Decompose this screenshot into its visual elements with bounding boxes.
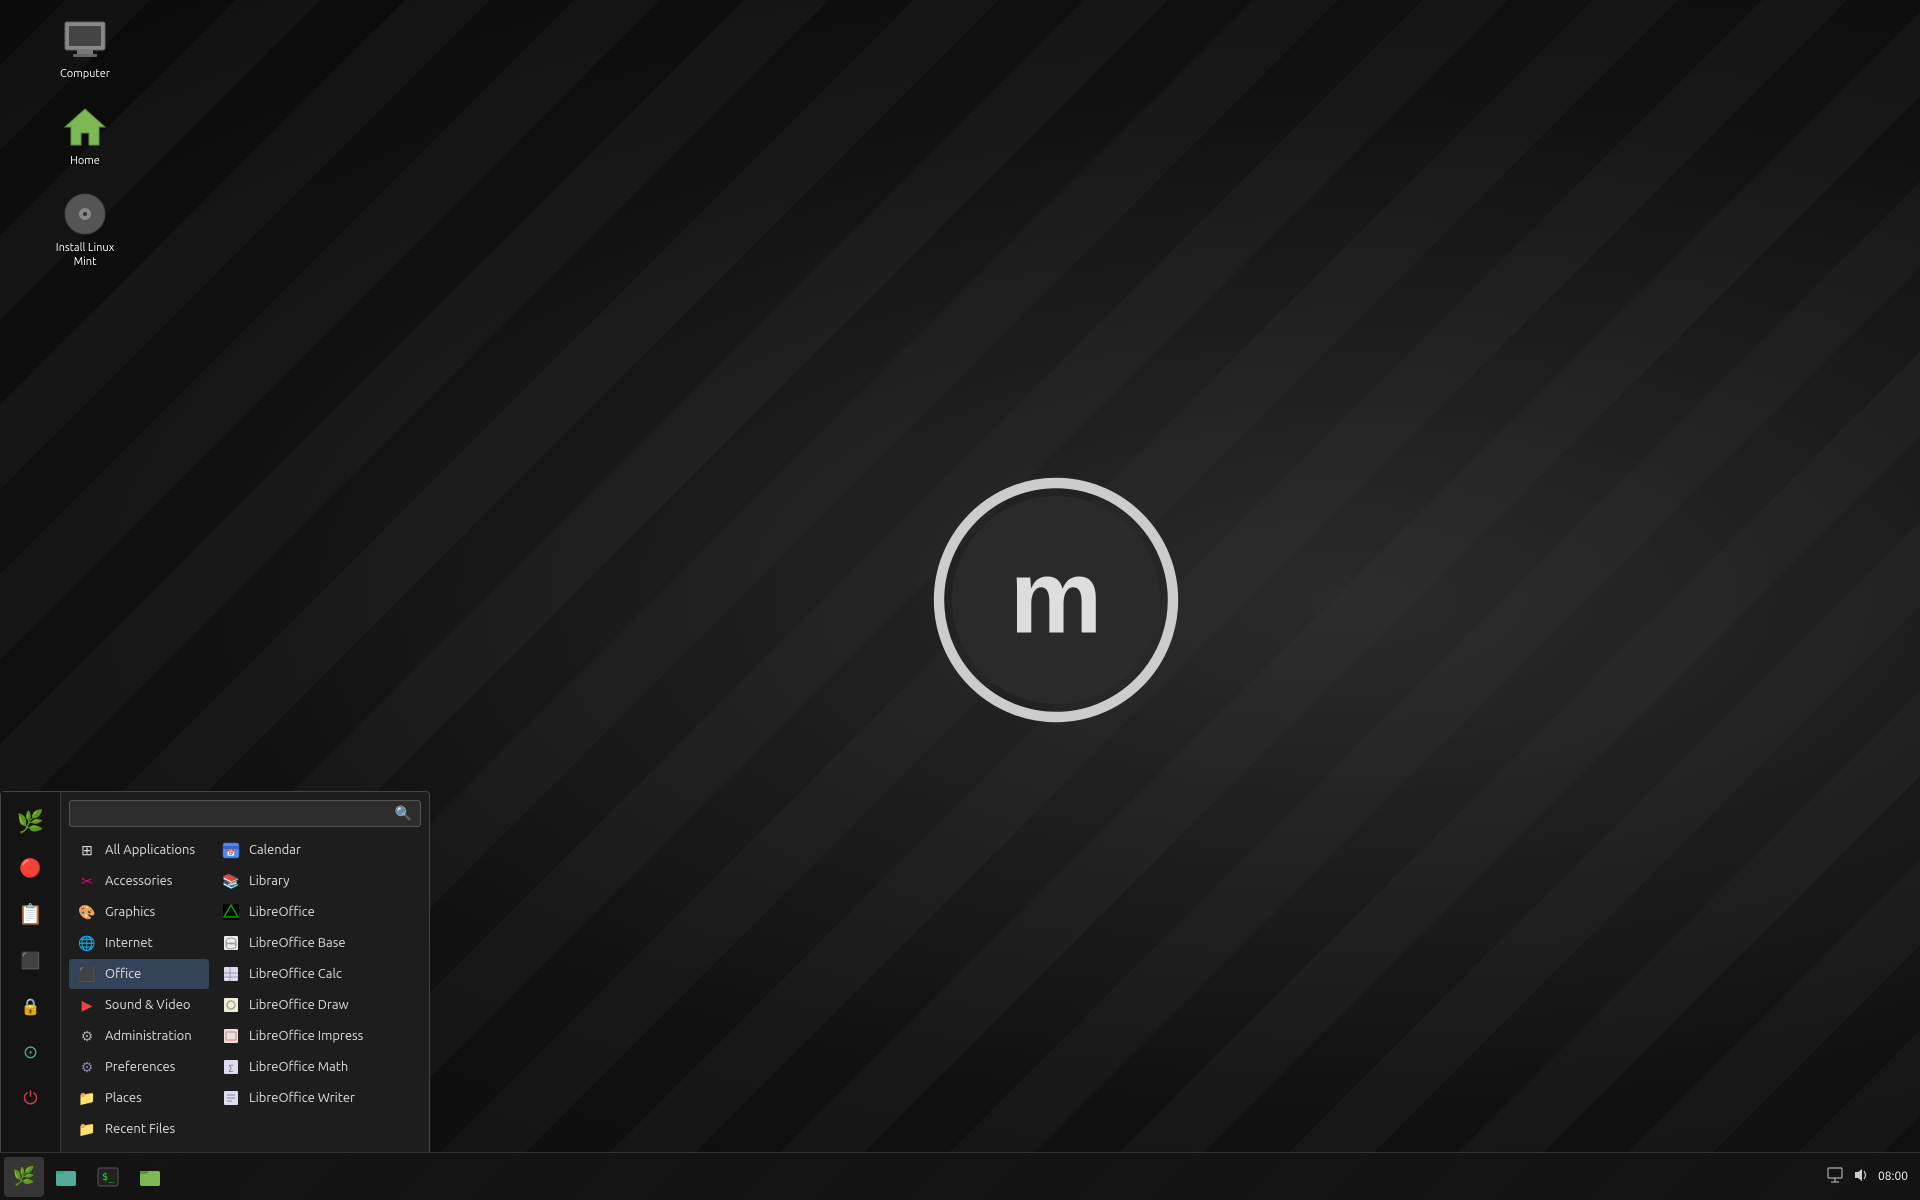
taskbar-terminal-btn[interactable]: $_: [88, 1157, 128, 1197]
places-icon: 📁: [77, 1088, 97, 1108]
search-icon[interactable]: 🔍: [395, 805, 412, 822]
category-internet[interactable]: 🌐 Internet: [69, 928, 209, 958]
graphics-icon: 🎨: [77, 902, 97, 922]
sound-video-label: Sound & Video: [105, 998, 191, 1012]
tray-volume-icon[interactable]: [1852, 1166, 1870, 1187]
svg-text:$_: $_: [102, 1172, 115, 1183]
sidebar-btn-power[interactable]: ⏻: [9, 1076, 53, 1120]
search-bar[interactable]: 🔍: [69, 800, 421, 827]
svg-text:m: m: [1010, 540, 1102, 656]
library-icon: 📚: [221, 871, 241, 891]
administration-icon: ⚙: [77, 1026, 97, 1046]
taskbar-filemanager-btn[interactable]: [130, 1157, 170, 1197]
libreoffice-label: LibreOffice: [249, 905, 315, 919]
libreoffice-base-label: LibreOffice Base: [249, 936, 346, 950]
libreoffice-calc-label: LibreOffice Calc: [249, 967, 342, 981]
app-calendar[interactable]: 📅 Calendar: [213, 835, 421, 865]
taskbar-right: 08:00: [1814, 1166, 1920, 1187]
libreoffice-draw-label: LibreOffice Draw: [249, 998, 349, 1012]
category-administration[interactable]: ⚙ Administration: [69, 1021, 209, 1051]
svg-text:📅: 📅: [227, 848, 236, 857]
category-sound-video[interactable]: ▶ Sound & Video: [69, 990, 209, 1020]
sidebar-btn-terminal[interactable]: ⬛: [9, 938, 53, 982]
svg-text:∑: ∑: [229, 1063, 234, 1073]
libreoffice-impress-label: LibreOffice Impress: [249, 1029, 363, 1043]
accessories-icon: ✂: [77, 871, 97, 891]
category-accessories[interactable]: ✂ Accessories: [69, 866, 209, 896]
libreoffice-math-icon: ∑: [221, 1057, 241, 1077]
mint-logo: m: [926, 470, 1186, 730]
libreoffice-math-label: LibreOffice Math: [249, 1060, 348, 1074]
category-graphics[interactable]: 🎨 Graphics: [69, 897, 209, 927]
category-recent-files[interactable]: 📁 Recent Files: [69, 1114, 209, 1144]
app-libreoffice-math[interactable]: ∑ LibreOffice Math: [213, 1052, 421, 1082]
graphics-label: Graphics: [105, 905, 155, 919]
places-label: Places: [105, 1091, 142, 1105]
app-menu-sidebar: 🌿 🔴 📋 ⬛ 🔒 ⊙ ⏻: [1, 792, 61, 1152]
libreoffice-impress-icon: [221, 1026, 241, 1046]
category-places[interactable]: 📁 Places: [69, 1083, 209, 1113]
taskbar-files-btn[interactable]: [46, 1157, 86, 1197]
recent-files-label: Recent Files: [105, 1122, 175, 1136]
desktop-icon-computer[interactable]: Computer: [40, 10, 130, 87]
menu-categories: ⊞ All Applications ✂ Accessories 🎨 Graph…: [69, 835, 209, 1144]
app-menu-body: ⊞ All Applications ✂ Accessories 🎨 Graph…: [69, 835, 421, 1144]
desktop-icon-home[interactable]: Home: [40, 97, 130, 174]
computer-icon: [61, 16, 109, 64]
sidebar-btn-files[interactable]: 📋: [9, 892, 53, 936]
app-libreoffice-base[interactable]: LibreOffice Base: [213, 928, 421, 958]
category-office[interactable]: ⬛ Office: [69, 959, 209, 989]
install-icon-label: Install Linux Mint: [46, 242, 124, 268]
app-menu-main: 🔍 ⊞ All Applications ✂ Accessories 🎨 Gra…: [61, 792, 429, 1152]
libreoffice-writer-icon: [221, 1088, 241, 1108]
libreoffice-calc-icon: [221, 964, 241, 984]
tray-network-icon: [1826, 1166, 1844, 1187]
category-all-applications[interactable]: ⊞ All Applications: [69, 835, 209, 865]
internet-label: Internet: [105, 936, 153, 950]
app-library[interactable]: 📚 Library: [213, 866, 421, 896]
administration-label: Administration: [105, 1029, 192, 1043]
all-apps-icon: ⊞: [77, 840, 97, 860]
preferences-icon: ⚙: [77, 1057, 97, 1077]
libreoffice-icon: [221, 902, 241, 922]
desktop-icons: Computer Home Install Linux Mint: [40, 10, 130, 275]
sidebar-btn-mintmenu[interactable]: 🌿: [9, 800, 53, 844]
home-icon: [61, 103, 109, 151]
recent-files-icon: 📁: [77, 1119, 97, 1139]
home-icon-label: Home: [70, 155, 100, 168]
libreoffice-draw-icon: [221, 995, 241, 1015]
calendar-icon: 📅: [221, 840, 241, 860]
taskbar: 🌿 $_ 08:00: [0, 1152, 1920, 1200]
libreoffice-base-icon: [221, 933, 241, 953]
menu-apps-list: 📅 Calendar 📚 Library LibreOffice: [213, 835, 421, 1144]
desktop-icon-install[interactable]: Install Linux Mint: [40, 184, 130, 274]
install-icon: [61, 190, 109, 238]
sidebar-btn-lock[interactable]: 🔒: [9, 984, 53, 1028]
app-libreoffice-impress[interactable]: LibreOffice Impress: [213, 1021, 421, 1051]
sidebar-btn-apps[interactable]: 🔴: [9, 846, 53, 890]
app-libreoffice-writer[interactable]: LibreOffice Writer: [213, 1083, 421, 1113]
sound-video-icon: ▶: [77, 995, 97, 1015]
taskbar-clock: 08:00: [1878, 1170, 1908, 1183]
internet-icon: 🌐: [77, 933, 97, 953]
sidebar-btn-search[interactable]: ⊙: [9, 1030, 53, 1074]
app-libreoffice[interactable]: LibreOffice: [213, 897, 421, 927]
libreoffice-writer-label: LibreOffice Writer: [249, 1091, 355, 1105]
app-menu: 🌿 🔴 📋 ⬛ 🔒 ⊙ ⏻ 🔍 ⊞ All Applications ✂ Ac: [0, 791, 430, 1152]
taskbar-menu-btn[interactable]: 🌿: [4, 1157, 44, 1197]
office-label: Office: [105, 967, 141, 981]
category-preferences[interactable]: ⚙ Preferences: [69, 1052, 209, 1082]
app-libreoffice-calc[interactable]: LibreOffice Calc: [213, 959, 421, 989]
all-applications-label: All Applications: [105, 843, 195, 857]
accessories-label: Accessories: [105, 874, 172, 888]
office-icon: ⬛: [77, 964, 97, 984]
app-libreoffice-draw[interactable]: LibreOffice Draw: [213, 990, 421, 1020]
taskbar-left: 🌿 $_: [0, 1157, 174, 1197]
computer-icon-label: Computer: [60, 68, 110, 81]
search-input[interactable]: [78, 806, 395, 821]
library-label: Library: [249, 874, 289, 888]
preferences-label: Preferences: [105, 1060, 175, 1074]
calendar-label: Calendar: [249, 843, 301, 857]
